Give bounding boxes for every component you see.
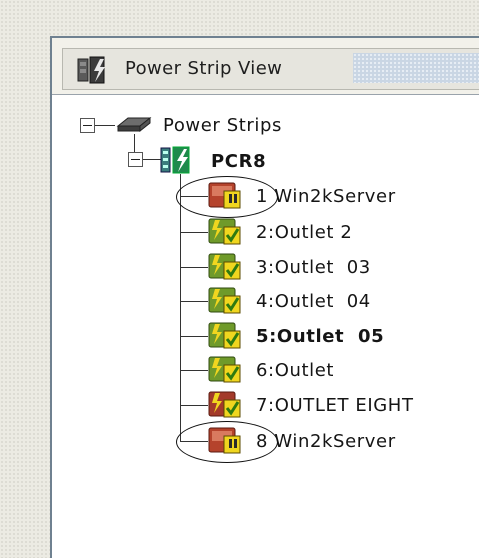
highlight-ellipse (176, 176, 278, 218)
panel-header: Power Strip View (52, 38, 479, 95)
tree-connector (180, 336, 208, 337)
outlet-on-icon (208, 287, 241, 314)
outlet-on-icon (208, 322, 241, 349)
outlet-on-icon (208, 253, 241, 280)
tree-root-label[interactable]: Power Strips (163, 115, 282, 136)
power-strips-icon (116, 116, 152, 133)
tree-connector (143, 159, 161, 160)
outlet-label[interactable]: 2:Outlet 2 (256, 222, 352, 243)
tree-connector (180, 174, 181, 442)
power-strip-view-icon (77, 56, 105, 84)
outlet-label[interactable]: 4:Outlet 04 (256, 291, 371, 312)
tree-connector (180, 301, 208, 302)
outlet-label[interactable]: 6:Outlet (256, 360, 334, 381)
tree-connector (180, 232, 208, 233)
outlet-label[interactable]: 3:Outlet 03 (256, 257, 371, 278)
pcr8-collapse-toggle[interactable] (128, 152, 143, 167)
title-bar-pattern (353, 53, 479, 83)
root-collapse-toggle[interactable] (80, 118, 95, 133)
outlet-label[interactable]: 5:Outlet 05 (256, 326, 384, 347)
tree-strip-label[interactable]: PCR8 (211, 151, 266, 172)
highlight-ellipse (176, 421, 278, 463)
tree-connector (180, 370, 208, 371)
title-bar: Power Strip View (62, 48, 479, 90)
panel-title: Power Strip View (125, 58, 283, 79)
tree-connector (180, 405, 208, 406)
outlet-off-icon (208, 391, 241, 418)
power-strip-icon (160, 146, 190, 174)
outlet-on-icon (208, 218, 241, 245)
outlet-on-icon (208, 356, 241, 383)
tree-connector (180, 267, 208, 268)
outlet-label[interactable]: 7:OUTLET EIGHT (256, 395, 414, 416)
tree-connector (95, 125, 115, 126)
